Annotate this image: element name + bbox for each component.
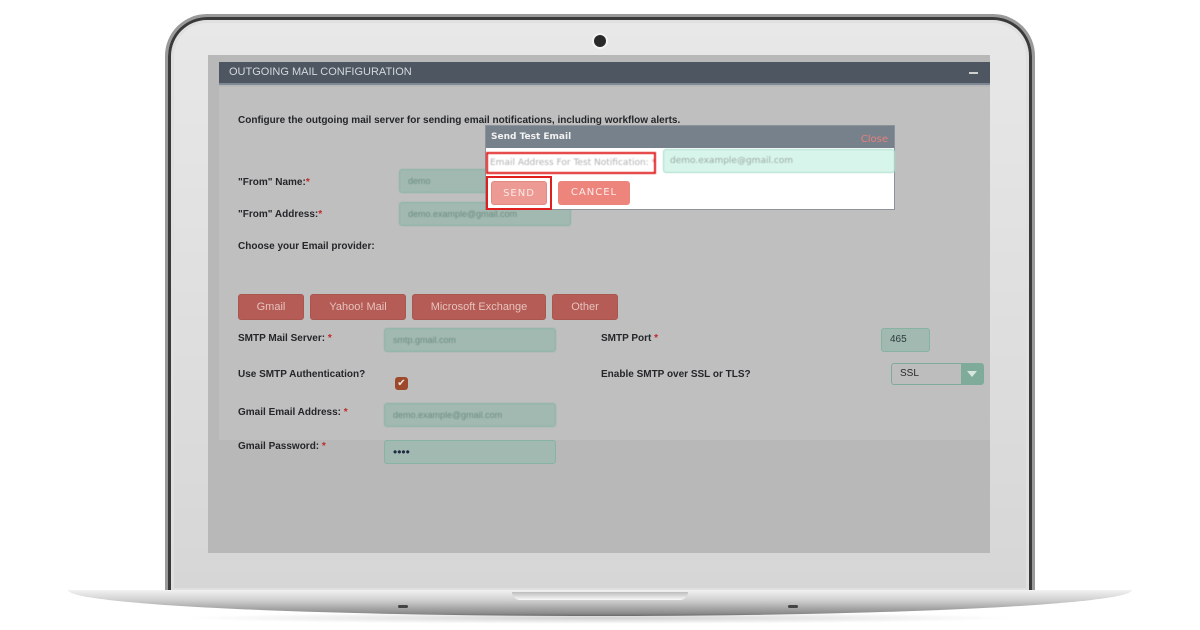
dialog-title: Send Test Email xyxy=(491,132,572,142)
gmail-password-input[interactable]: •••• xyxy=(384,440,556,464)
provider-gmail-button[interactable]: Gmail xyxy=(238,294,304,320)
ssl-tls-select[interactable]: SSL xyxy=(891,363,984,385)
gmail-address-label: Gmail Email Address: * xyxy=(238,407,348,418)
required-marker: * xyxy=(305,177,310,188)
smtp-server-label: SMTP Mail Server: * xyxy=(238,333,332,344)
smtp-auth-label: Use SMTP Authentication? xyxy=(238,369,366,380)
required-marker: * xyxy=(343,407,348,418)
smtp-port-label: SMTP Port * xyxy=(601,333,658,344)
chevron-down-icon[interactable] xyxy=(961,364,983,384)
smtp-port-input[interactable]: 465 xyxy=(881,328,930,352)
panel-title: OUTGOING MAIL CONFIGURATION xyxy=(229,66,412,78)
dialog-close-button[interactable]: Close xyxy=(861,129,888,151)
provider-other-button[interactable]: Other xyxy=(552,294,618,320)
webcam-icon xyxy=(594,35,606,47)
gmail-password-label: Gmail Password: * xyxy=(238,441,326,452)
provider-yahoo-button[interactable]: Yahoo! Mail xyxy=(310,294,406,320)
laptop-notch xyxy=(512,592,688,600)
provider-exchange-button[interactable]: Microsoft Exchange xyxy=(412,294,546,320)
send-button[interactable]: SEND xyxy=(491,181,547,205)
required-marker: * xyxy=(651,158,656,168)
send-button-highlight: SEND xyxy=(486,176,552,210)
ssl-tls-selected-value: SSL xyxy=(900,368,919,379)
gmail-password-label-text: Gmail Password: xyxy=(238,441,320,452)
ssl-tls-label: Enable SMTP over SSL or TLS? xyxy=(601,369,751,380)
required-marker: * xyxy=(321,441,326,452)
smtp-server-label-text: SMTP Mail Server: xyxy=(238,333,326,344)
from-name-label: "From" Name:* xyxy=(238,177,310,188)
smtp-port-label-text: SMTP Port xyxy=(601,333,652,344)
from-address-label: "From" Address:* xyxy=(238,209,322,220)
cancel-button[interactable]: CANCEL xyxy=(558,181,630,205)
test-email-label-text: Email Address For Test Notification: xyxy=(490,158,649,168)
laptop-foot xyxy=(398,605,408,608)
from-name-label-text: "From" Name: xyxy=(238,177,306,188)
smtp-server-input[interactable]: smtp.gmail.com xyxy=(384,328,556,352)
panel-header: OUTGOING MAIL CONFIGURATION xyxy=(219,62,990,85)
collapse-icon[interactable] xyxy=(969,72,978,74)
smtp-auth-checkbox[interactable]: ✔ xyxy=(395,377,408,390)
test-email-label: Email Address For Test Notification: * xyxy=(486,152,656,174)
send-test-email-dialog: Send Test Email Close Email Address For … xyxy=(485,125,895,210)
provider-label: Choose your Email provider: xyxy=(238,241,375,252)
gmail-address-label-text: Gmail Email Address: xyxy=(238,407,341,418)
dialog-header: Send Test Email Close xyxy=(486,126,894,148)
laptop-foot xyxy=(788,605,798,608)
gmail-address-input[interactable]: demo.example@gmail.com xyxy=(384,403,556,427)
required-marker: * xyxy=(318,209,323,220)
required-marker: * xyxy=(327,333,332,344)
test-email-input[interactable]: demo.example@gmail.com xyxy=(663,149,895,173)
required-marker: * xyxy=(654,333,659,344)
from-address-label-text: "From" Address: xyxy=(238,209,319,220)
